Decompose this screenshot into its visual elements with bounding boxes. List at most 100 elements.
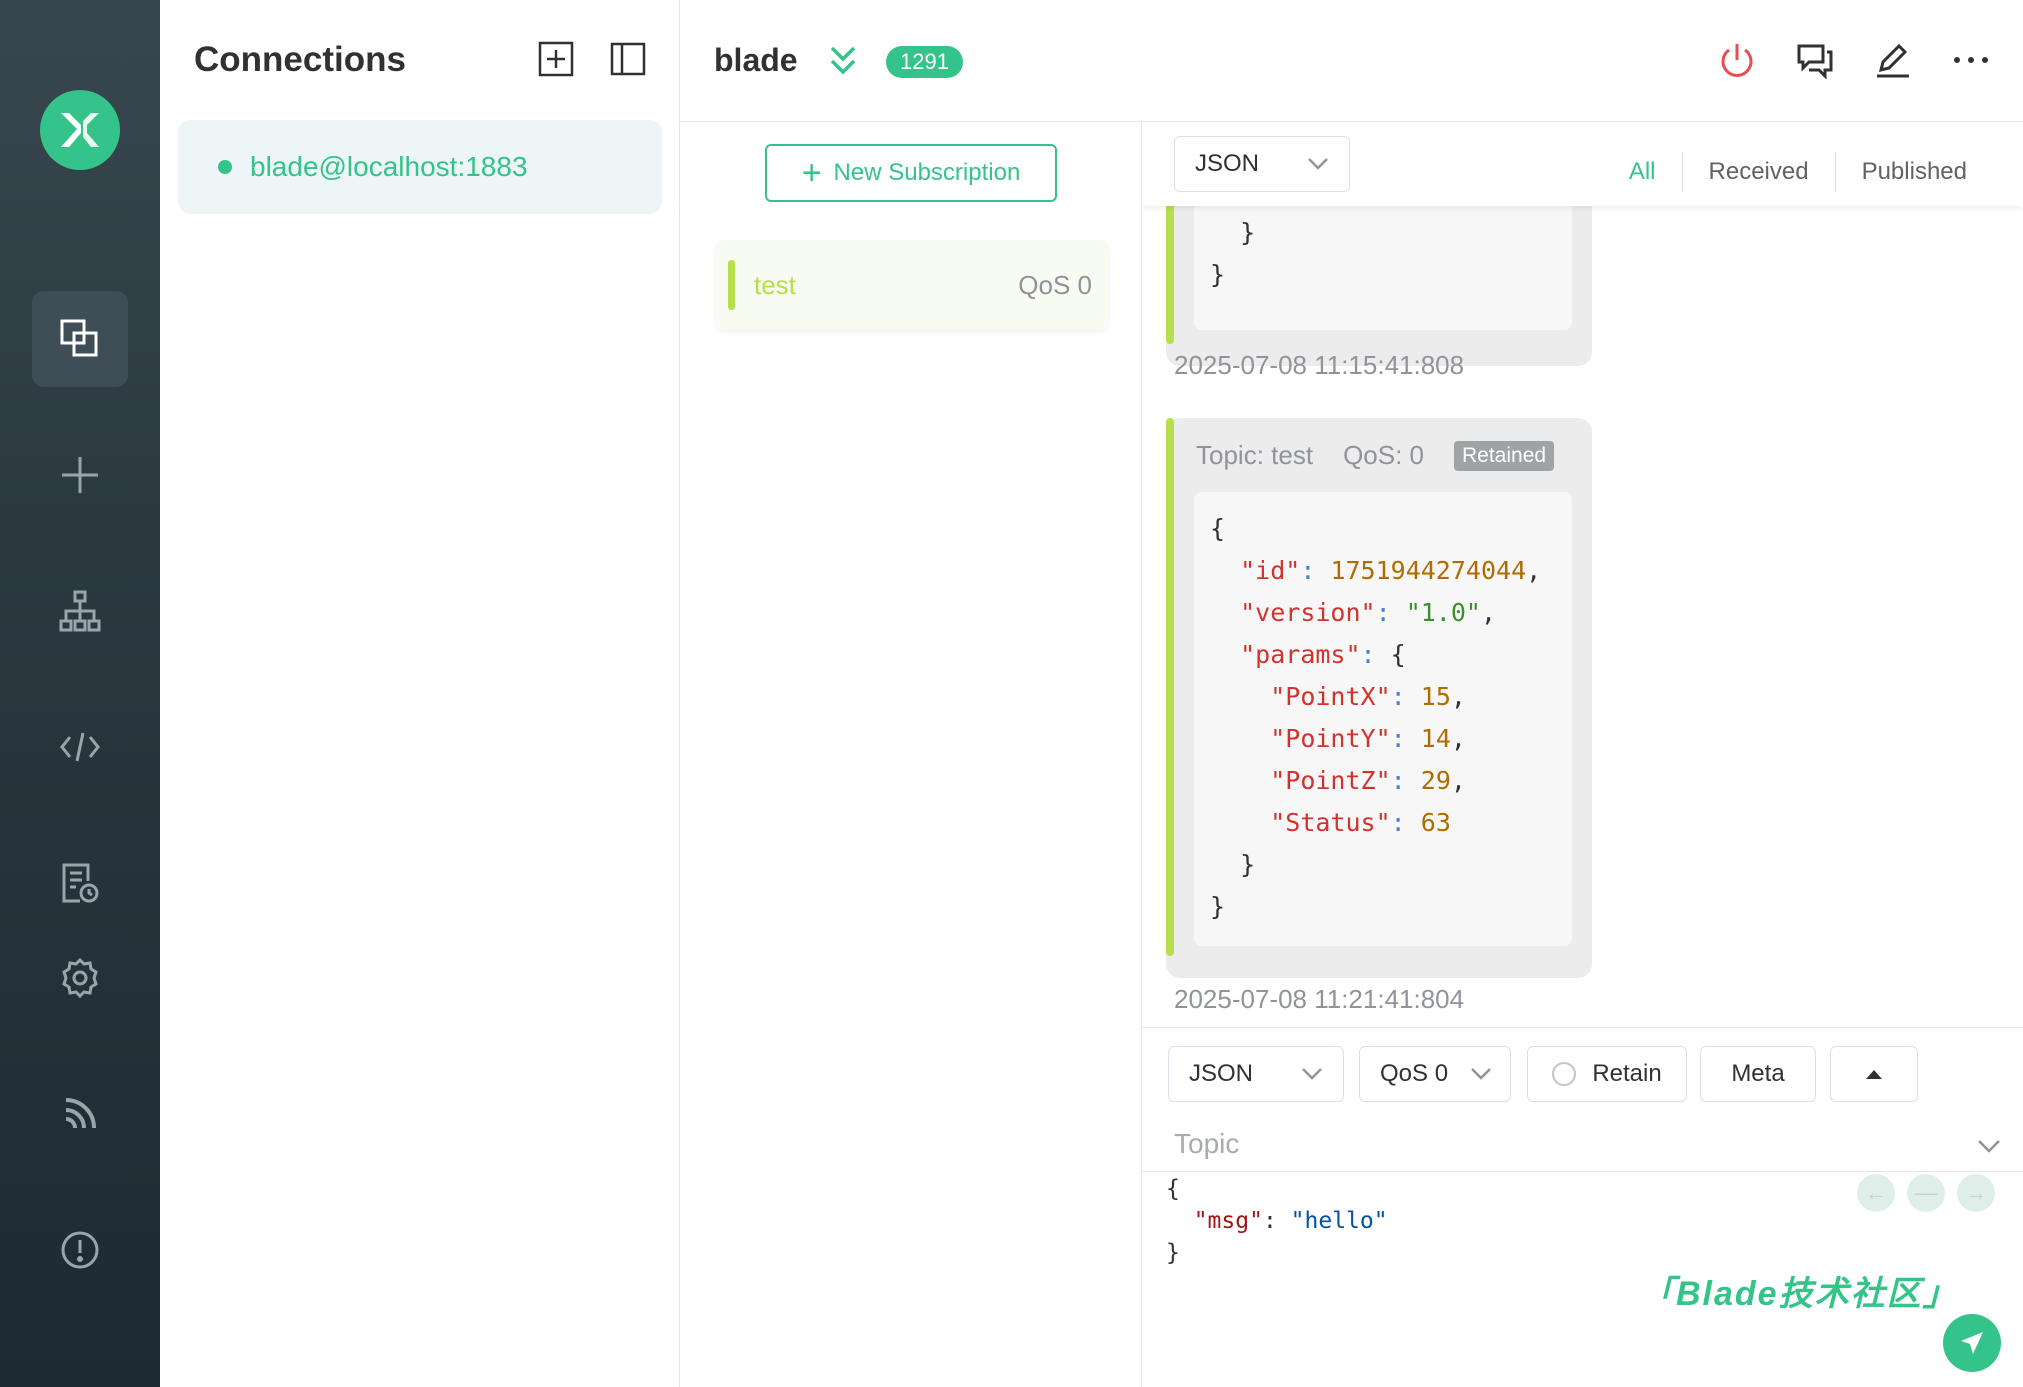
gear-icon: [62, 957, 98, 999]
mqttx-app: Connections blade@localhost:1883 blade 1…: [0, 0, 2023, 1387]
message-count-badge: 1291: [886, 46, 963, 78]
retain-checkbox[interactable]: Retain: [1527, 1046, 1687, 1102]
chat-icon[interactable]: [1795, 40, 1835, 80]
plus-icon: [62, 457, 98, 493]
nav-settings[interactable]: [32, 930, 128, 1026]
connection-header: blade 1291: [680, 0, 2023, 122]
edit-icon[interactable]: [1873, 40, 1913, 80]
mqttx-logo-icon: [61, 113, 99, 147]
topic-placeholder: Topic: [1174, 1128, 1240, 1159]
connections-icon: [60, 319, 98, 357]
retain-radio: [1552, 1062, 1577, 1086]
code-line: "Status": 63: [1270, 808, 1451, 837]
app-logo: [40, 90, 120, 170]
nav-about[interactable]: [32, 1202, 128, 1298]
retained-badge: Retained: [1454, 440, 1555, 471]
code-line: "PointY": 14,: [1270, 724, 1466, 753]
code-line: {: [1210, 514, 1226, 543]
connections-panel: Connections blade@localhost:1883: [160, 0, 680, 1387]
topic-input[interactable]: Topic: [1142, 1110, 2023, 1172]
new-connection-icon[interactable]: [537, 40, 575, 78]
code-line: "params": {: [1240, 640, 1406, 669]
nav-topology[interactable]: [32, 563, 128, 659]
message-list[interactable]: JSON All Received Published } } 2025-07-…: [1142, 122, 2023, 1027]
send-button[interactable]: [1943, 1314, 2001, 1372]
filter-published[interactable]: Published: [1836, 158, 1993, 186]
message-filters: All Received Published: [1603, 152, 1993, 192]
log-icon: [62, 863, 99, 903]
message-qos: QoS: 0: [1343, 440, 1424, 470]
connection-item[interactable]: blade@localhost:1883: [178, 120, 662, 214]
connection-title: blade: [714, 42, 798, 78]
caret-up-icon: [1866, 1070, 1882, 1079]
feed-icon: [65, 1098, 96, 1129]
topic-color-bar: [1166, 418, 1174, 956]
code-line: }: [1210, 260, 1226, 289]
chevron-down-icon: [1308, 158, 1328, 170]
connections-title: Connections: [194, 40, 406, 79]
topic-color-bar: [728, 260, 735, 310]
message-toolbar: JSON All Received Published: [1142, 122, 2023, 206]
filter-received[interactable]: Received: [1683, 158, 1835, 186]
connection-name: blade@localhost:1883: [250, 151, 528, 182]
chevron-down-icon[interactable]: [1975, 1132, 2003, 1160]
code-icon: [60, 732, 100, 762]
code-line: "PointX": 15,: [1270, 682, 1466, 711]
code-line: "msg": "hello": [1193, 1208, 1388, 1234]
chevron-down-icon: [1302, 1068, 1322, 1080]
watermark: 「Blade技术社区」: [1640, 1275, 1959, 1313]
filter-all[interactable]: All: [1603, 158, 1682, 186]
nav-log[interactable]: [32, 835, 128, 931]
nav-feed[interactable]: [32, 1066, 128, 1162]
code-line: "version": "1.0",: [1240, 598, 1497, 627]
format-value: JSON: [1195, 150, 1260, 177]
publish-qos-select[interactable]: QoS 0: [1359, 1046, 1511, 1102]
retain-label: Retain: [1592, 1060, 1662, 1087]
meta-button[interactable]: Meta: [1700, 1046, 1816, 1102]
history-clear-icon[interactable]: —: [1907, 1174, 1945, 1212]
subscription-qos: QoS 0: [1018, 270, 1092, 300]
connected-status-dot: [218, 160, 232, 174]
nav-script[interactable]: [32, 699, 128, 795]
meta-label: Meta: [1731, 1060, 1785, 1087]
code-line: {: [1166, 1176, 1180, 1202]
chevron-down-icon: [1471, 1068, 1491, 1080]
format-value: JSON: [1189, 1060, 1254, 1087]
code-line: "PointZ": 29,: [1270, 766, 1466, 795]
expand-button[interactable]: [1830, 1046, 1918, 1102]
plus-icon: +: [801, 154, 822, 192]
nav-rail: [0, 0, 160, 1387]
send-icon: [1961, 1332, 1983, 1354]
disconnect-icon[interactable]: [1717, 40, 1757, 80]
nav-connections[interactable]: [32, 291, 128, 387]
history-forward-icon[interactable]: →: [1957, 1174, 1995, 1212]
topology-icon: [59, 590, 101, 632]
more-icon[interactable]: [1951, 40, 1991, 80]
publish-panel: JSON QoS 0 Retain Meta Topic { "msg": "h…: [1142, 1027, 2023, 1387]
payload-editor[interactable]: { "msg": "hello" }: [1166, 1173, 1388, 1269]
new-subscription-label: New Subscription: [833, 159, 1021, 186]
payload-format-select[interactable]: JSON: [1174, 136, 1350, 192]
qos-value: QoS 0: [1380, 1060, 1449, 1087]
double-chevron-down-icon[interactable]: [824, 42, 862, 80]
subscription-item[interactable]: test QoS 0: [716, 240, 1108, 330]
code-line: }: [1210, 892, 1226, 921]
subscriptions-panel: + New Subscription test QoS 0: [680, 122, 1142, 1387]
new-subscription-button[interactable]: + New Subscription: [765, 144, 1057, 202]
publish-format-select[interactable]: JSON: [1168, 1046, 1344, 1102]
code-line: }: [1210, 850, 1256, 879]
message-timestamp: 2025-07-08 11:21:41:804: [1174, 984, 1465, 1014]
subscription-topic: test: [754, 270, 796, 300]
code-line: }: [1166, 1240, 1180, 1266]
code-line: }: [1210, 218, 1256, 247]
message-payload: { "id": 1751944274044, "version": "1.0",…: [1194, 492, 1572, 946]
history-back-icon[interactable]: ←: [1857, 1174, 1895, 1212]
toggle-panel-icon[interactable]: [609, 40, 647, 78]
message-timestamp: 2025-07-08 11:15:41:808: [1174, 350, 1465, 380]
message-bubble[interactable]: Topic: test QoS: 0 Retained { "id": 1751…: [1166, 418, 1592, 978]
message-topic: Topic: test: [1196, 440, 1314, 470]
message-payload: } }: [1194, 202, 1572, 330]
info-icon: [61, 1231, 99, 1269]
nav-new-connection[interactable]: [32, 427, 128, 523]
code-line: "id": 1751944274044,: [1240, 556, 1542, 585]
